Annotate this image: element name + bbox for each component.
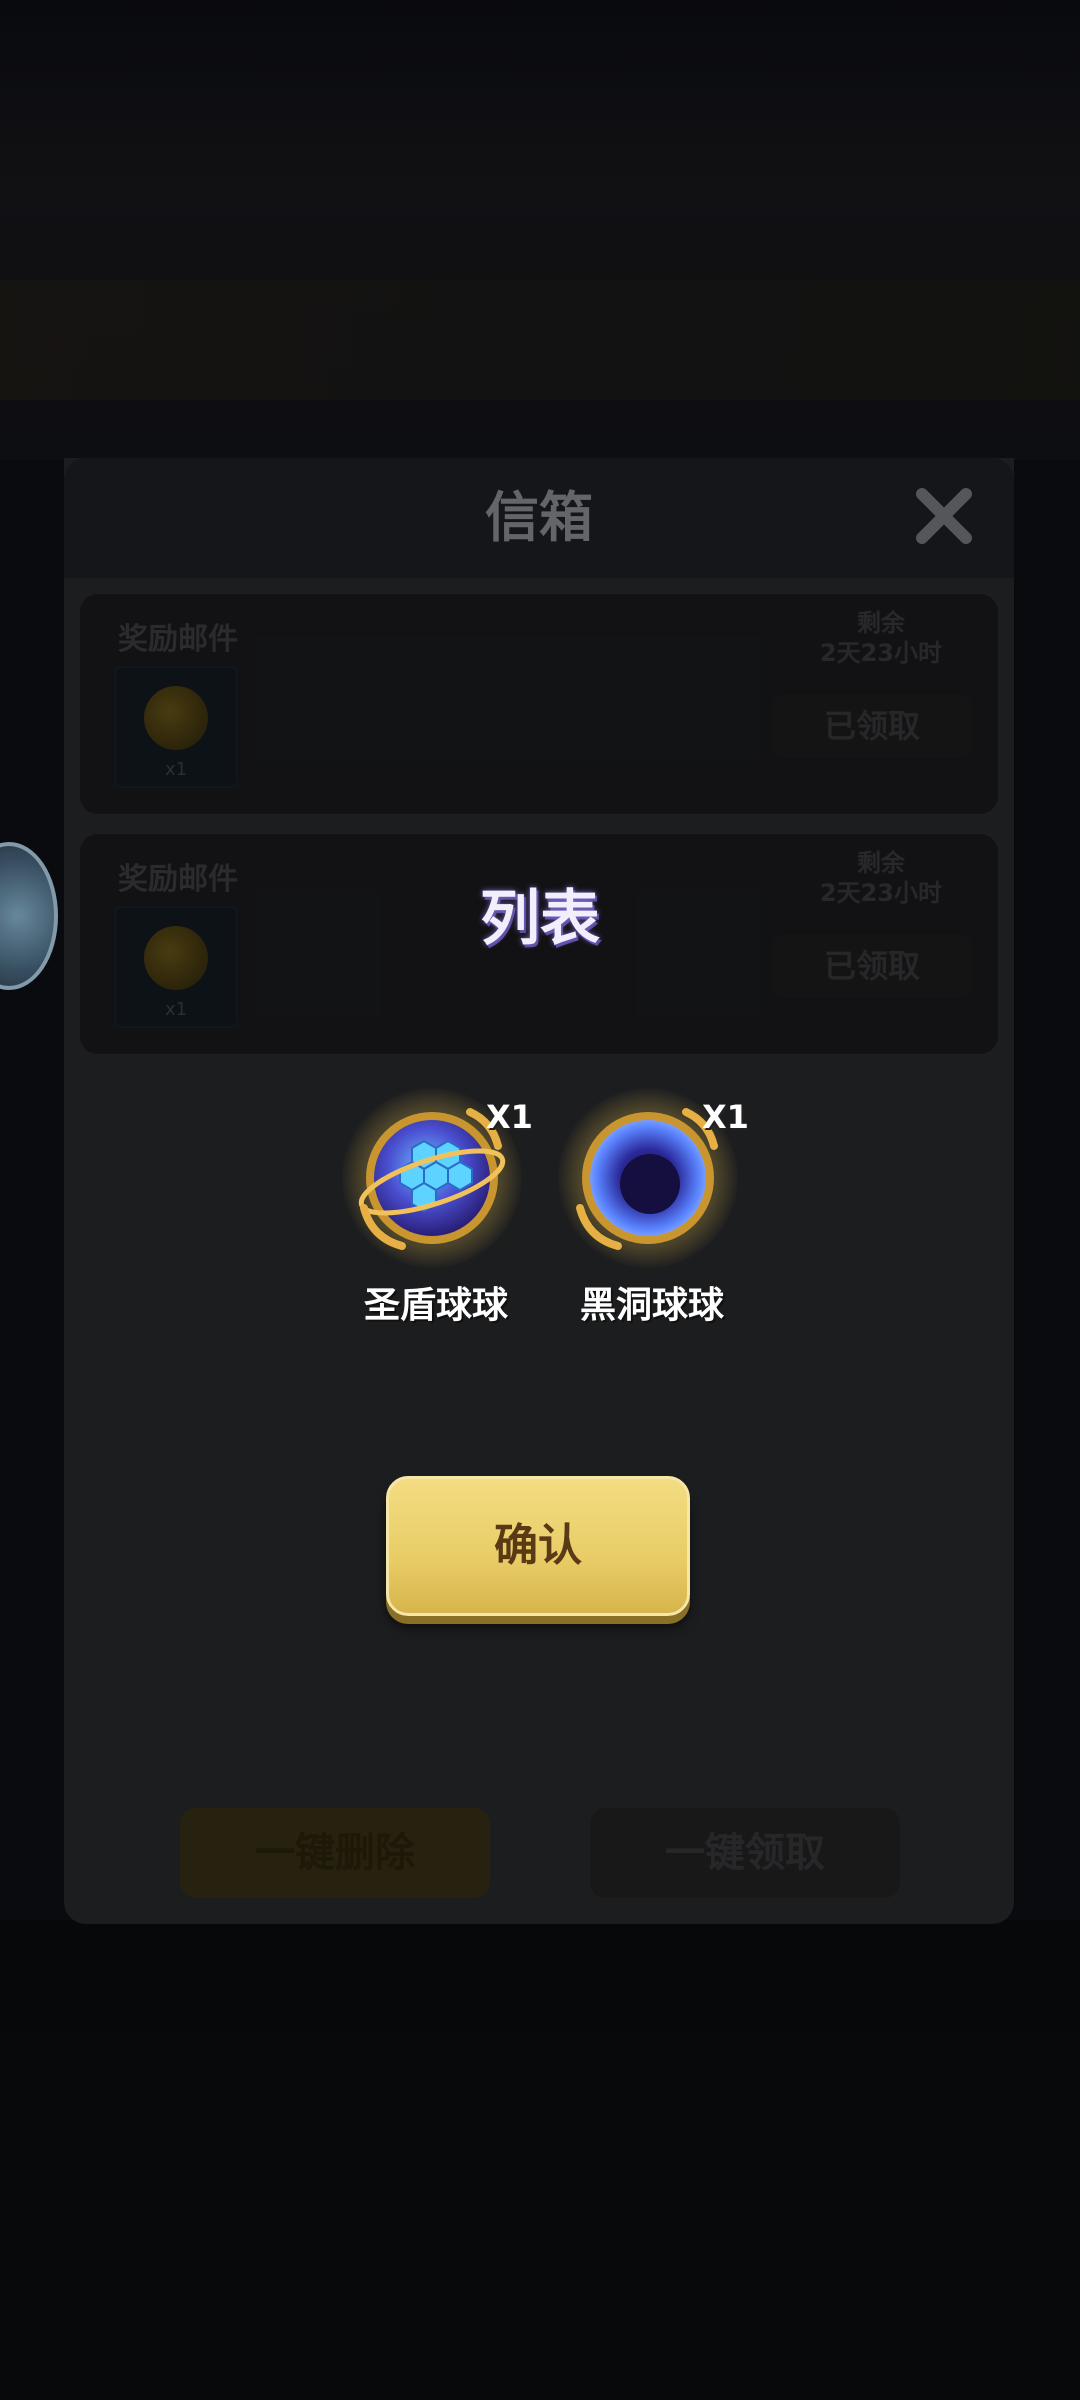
modal-overlay[interactable] bbox=[0, 0, 1080, 2400]
reward-name: 圣盾球球 bbox=[363, 1285, 508, 1326]
reward-item[interactable]: X1 黑洞球球 bbox=[558, 1088, 749, 1328]
reward-name: 黑洞球球 bbox=[579, 1285, 724, 1326]
confirm-button[interactable]: 确认 bbox=[386, 1476, 690, 1616]
reward-item[interactable]: X1 圣盾球球 bbox=[342, 1088, 533, 1328]
reward-qty: X1 bbox=[486, 1098, 533, 1136]
reward-qty: X1 bbox=[702, 1098, 749, 1136]
popup-title: 列表 bbox=[480, 884, 600, 954]
